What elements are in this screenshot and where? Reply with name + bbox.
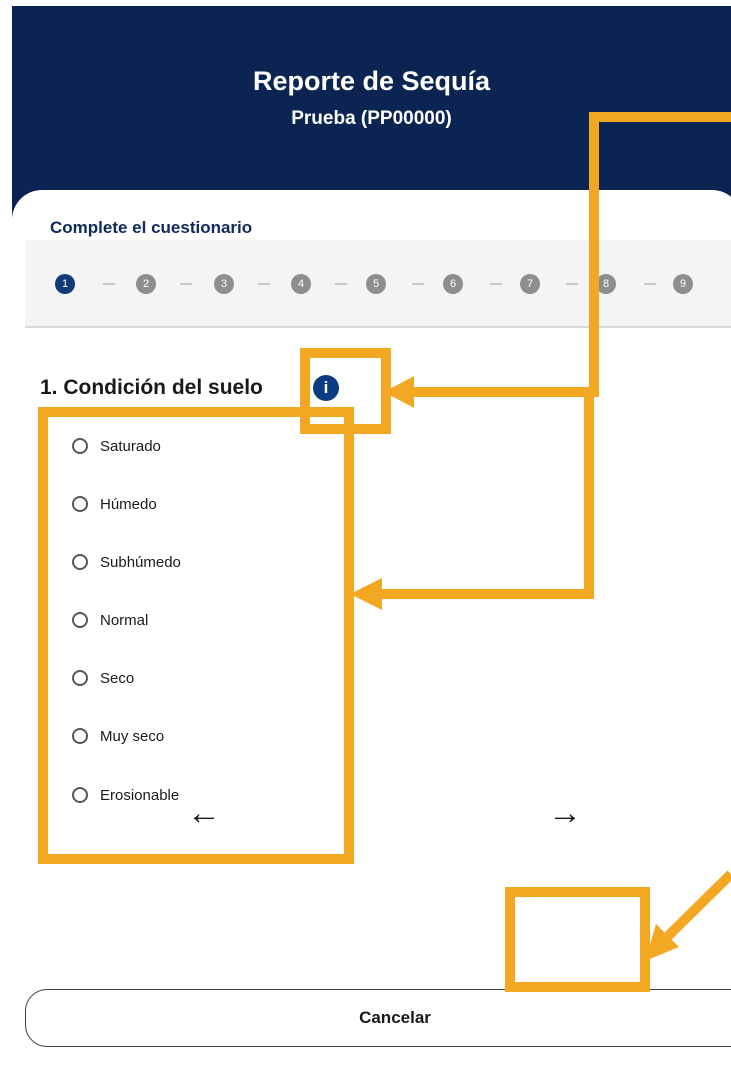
annotation-diagonal-arrow (645, 870, 731, 961)
annotation-arrowhead (350, 578, 382, 610)
step-connector (644, 283, 656, 285)
annotation-box-next (505, 887, 650, 992)
step-5[interactable]: 5 (366, 274, 386, 294)
page-title: Reporte de Sequía (252, 66, 491, 96)
step-6[interactable]: 6 (443, 274, 463, 294)
question-title: 1. Condición del suelo (40, 376, 263, 399)
annotation-line (410, 387, 599, 397)
annotation-line (589, 112, 599, 387)
annotation-line (380, 589, 594, 599)
step-connector (490, 283, 502, 285)
step-4[interactable]: 4 (291, 274, 311, 294)
annotation-box-options (38, 407, 354, 864)
step-2[interactable]: 2 (136, 274, 156, 294)
cancel-button[interactable]: Cancelar (25, 989, 731, 1047)
step-3[interactable]: 3 (214, 274, 234, 294)
arrow-right-icon[interactable]: → (548, 796, 582, 830)
step-connector (258, 283, 270, 285)
step-1[interactable]: 1 (55, 274, 75, 294)
annotation-line (589, 112, 731, 122)
questionnaire-label: Complete el cuestionario (50, 218, 253, 237)
annotation-arrowhead (384, 376, 414, 408)
annotation-line (584, 392, 594, 599)
step-8[interactable]: 8 (596, 274, 616, 294)
step-connector (335, 283, 347, 285)
progress-stepper: 1 2 3 4 5 6 7 8 9 (25, 240, 731, 328)
step-9[interactable]: 9 (673, 274, 693, 294)
step-connector (566, 283, 578, 285)
step-connector (412, 283, 424, 285)
step-7[interactable]: 7 (520, 274, 540, 294)
step-connector (180, 283, 192, 285)
step-connector (103, 283, 115, 285)
